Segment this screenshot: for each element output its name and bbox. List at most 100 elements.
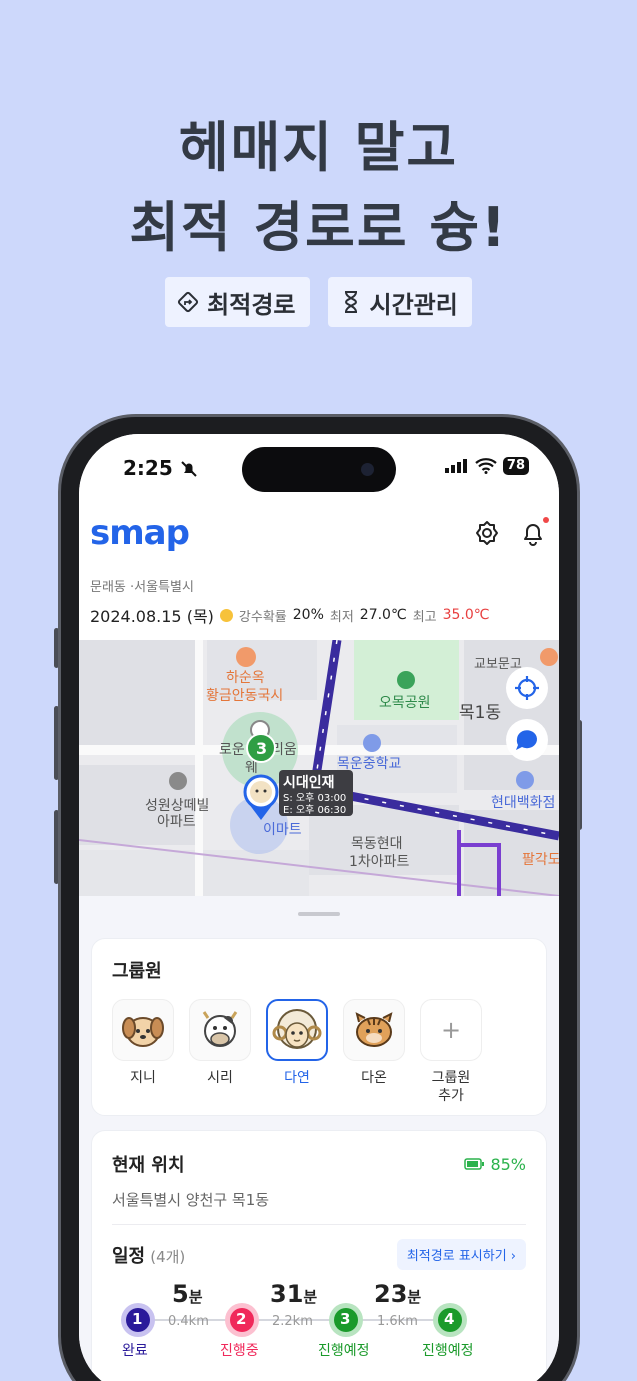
map-label-palgakdo: 팔각도	[522, 852, 559, 868]
map-label-emart: 이마트	[263, 822, 302, 838]
member-name: 다연	[284, 1070, 310, 1086]
signal-icon	[444, 459, 467, 473]
popup-name: 시대인재	[283, 774, 335, 791]
map-label-restaurant: 황금안동국시	[206, 688, 283, 704]
sheet-drag-handle[interactable]	[298, 912, 340, 916]
members-title: 그룹원	[112, 961, 162, 982]
map-label-we: 웨	[245, 760, 258, 776]
sun-icon	[219, 608, 233, 622]
settings-button[interactable]	[473, 519, 501, 547]
feature-chips: 최적경로 시간관리	[0, 277, 637, 327]
phone-screen: 2:25 78 smap 문래동 ·서울특별시 2024.08.15 (목) 강…	[79, 434, 559, 1381]
cluster-count: 3	[256, 739, 267, 758]
map-view[interactable]: 하순옥 황금안동국시 오목공원 목1동 교보문고 목운중학교 성원상떼빌 아파트…	[79, 640, 559, 896]
map-label-apt2b: 1차아파트	[349, 854, 410, 870]
hourglass-icon	[344, 291, 357, 313]
member-item[interactable]: 지니	[112, 999, 174, 1105]
step-4-label: 진행예정	[422, 1343, 474, 1359]
weather-info-bar: 문래동 ·서울특별시 2024.08.15 (목) 강수확률 20% 최저 27…	[79, 566, 559, 640]
location-schedule-card: 현재 위치 85% 서울특별시 양천구 목1동 일정 (4개) 최적경로 표시하…	[91, 1130, 547, 1381]
sheep-avatar-icon	[266, 999, 328, 1061]
map-label-dept: 현대백화점	[491, 795, 555, 811]
member-item[interactable]: 시리	[189, 999, 251, 1105]
step-2-number: 2	[236, 1310, 247, 1328]
member-name: 다온	[361, 1070, 387, 1086]
gear-icon	[476, 521, 498, 545]
route-sign-icon	[178, 291, 199, 313]
headline-line-2: 최적 경로로 슝!	[129, 196, 508, 259]
chip-time-management: 시간관리	[327, 277, 472, 327]
step-3-label: 진행예정	[318, 1343, 370, 1359]
chip-optimal-route: 최적경로	[165, 277, 310, 327]
max-temp-label: 최고	[412, 609, 437, 625]
member-name: 지니	[130, 1070, 156, 1086]
status-bar: 2:25 78	[79, 434, 559, 500]
rain-value: 20%	[292, 607, 324, 623]
max-temp-value: 35.0℃	[442, 607, 490, 623]
bottom-sheet: 그룹원 지니 시리 다연 다온 + 그룹원 추가 현재 위치 85% 서울특별시…	[79, 896, 559, 1381]
promo-headline: 헤매지 말고 최적 경로로 슝!	[0, 108, 637, 268]
location-title: 현재 위치	[112, 1155, 185, 1176]
leg-3-minutes: 23분	[374, 1280, 422, 1308]
map-label-hasunok: 하순옥	[226, 670, 265, 686]
dog-avatar-icon	[112, 999, 174, 1061]
map-label-apt2: 목동현대	[351, 836, 403, 852]
min-temp-value: 27.0℃	[359, 607, 407, 623]
member-item-selected[interactable]: 다연	[266, 999, 328, 1105]
show-route-button[interactable]: 최적경로 표시하기 ›	[396, 1239, 526, 1270]
battery-icon	[464, 1158, 485, 1170]
status-indicators: 78	[444, 457, 529, 475]
add-member-label: 그룹원 추가	[431, 1070, 471, 1104]
chip-time-management-label: 시간관리	[369, 290, 458, 319]
leg-3-distance: 1.6km	[377, 1314, 418, 1329]
map-label-school: 목운중학교	[337, 756, 402, 772]
leg-2-distance: 2.2km	[272, 1314, 313, 1329]
tiger-avatar-icon	[343, 999, 405, 1061]
location-header: 현재 위치 85%	[112, 1151, 526, 1177]
group-members-card: 그룹원 지니 시리 다연 다온 + 그룹원 추가	[91, 938, 547, 1116]
card-divider	[112, 1224, 526, 1225]
notification-button[interactable]	[519, 517, 549, 547]
map-label-district: 목1동	[459, 703, 501, 723]
schedule-title-wrap: 일정 (4개)	[112, 1242, 185, 1268]
map-canvas: 하순옥 황금안동국시 오목공원 목1동 교보문고 목운중학교 성원상떼빌 아파트…	[79, 640, 559, 896]
headline-line-1: 헤매지 말고	[178, 116, 459, 179]
date-text: 2024.08.15 (목)	[90, 607, 214, 626]
members-list: 지니 시리 다연 다온 + 그룹원 추가	[112, 999, 526, 1105]
bell-icon	[524, 524, 542, 546]
map-label-bookstore: 교보문고	[474, 657, 522, 672]
map-label-apt1: 성원상떼빌	[145, 798, 209, 814]
plus-icon: +	[420, 999, 482, 1061]
step-3-number: 3	[340, 1310, 351, 1328]
current-region: 문래동 ·서울특별시	[90, 580, 194, 595]
min-temp-label: 최저	[329, 609, 354, 625]
rain-label: 강수확률	[238, 609, 287, 625]
battery-indicator: 78	[502, 457, 529, 475]
status-time: 2:25	[123, 456, 198, 480]
leg-2-minutes: 31분	[270, 1280, 318, 1308]
step-1-number: 1	[132, 1310, 143, 1328]
weather-row: 2024.08.15 (목) 강수확률 20% 최저 27.0℃ 최고 35.0…	[90, 603, 548, 627]
schedule-timeline: 1 2 3 4 완료 진행중 진행예정 진행예정 5분 0.4km 31분 2.…	[112, 1280, 526, 1364]
map-label-apt1b: 아파트	[157, 814, 196, 830]
app-bar: smap	[79, 500, 559, 566]
my-location-button[interactable]	[506, 667, 548, 709]
schedule-header: 일정 (4개) 최적경로 표시하기 ›	[112, 1239, 526, 1270]
popup-start: S: 오후 03:00	[283, 792, 346, 804]
bell-off-icon	[181, 461, 197, 477]
step-4-number: 4	[444, 1310, 455, 1328]
map-label-park: 오목공원	[379, 695, 431, 711]
schedule-title: 일정	[112, 1245, 146, 1267]
schedule-count: (4개)	[150, 1247, 186, 1266]
leg-1-distance: 0.4km	[168, 1314, 209, 1329]
member-item[interactable]: 다온	[343, 999, 405, 1105]
member-name: 시리	[207, 1070, 233, 1086]
dynamic-island	[242, 447, 396, 492]
current-address: 서울특별시 양천구 목1동	[112, 1191, 270, 1209]
step-1-label: 완료	[122, 1343, 148, 1359]
leg-1-minutes: 5분	[172, 1280, 203, 1308]
app-logo: smap	[90, 513, 190, 553]
chip-optimal-route-label: 최적경로	[207, 290, 296, 319]
add-member-button[interactable]: + 그룹원 추가	[420, 999, 482, 1105]
app-bar-actions	[473, 517, 549, 547]
